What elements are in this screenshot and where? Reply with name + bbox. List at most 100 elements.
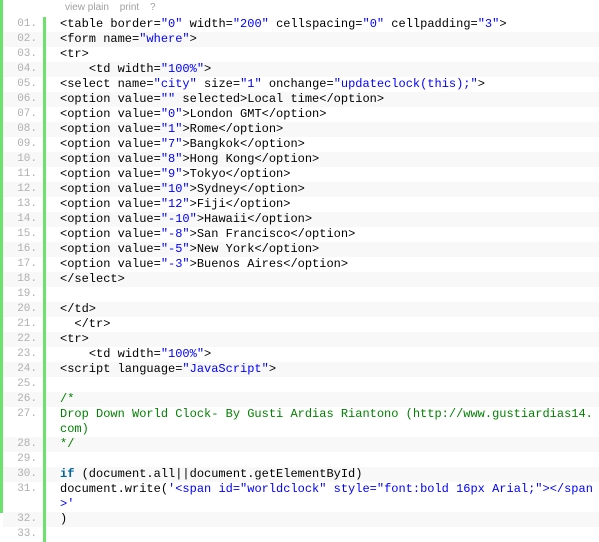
line-number: 33.: [3, 527, 46, 542]
line-content: */: [46, 437, 599, 452]
code-line: 12.<option value="10">Sydney</option>: [3, 182, 599, 197]
line-content: <option value="0">London GMT</option>: [46, 107, 599, 122]
code-line: 10.<option value="8">Hong Kong</option>: [3, 152, 599, 167]
line-number: 28.: [3, 437, 46, 452]
code-line: 23. <td width="100%">: [3, 347, 599, 362]
code-line: 11.<option value="9">Tokyo</option>: [3, 167, 599, 182]
line-number: 22.: [3, 332, 46, 347]
line-content: <tr>: [46, 332, 599, 347]
line-number: 18.: [3, 272, 46, 287]
line-content: <option value="-8">San Francisco</option…: [46, 227, 599, 242]
line-content: [46, 287, 599, 302]
code-line: 20.</td>: [3, 302, 599, 317]
code-line: 09.<option value="7">Bangkok</option>: [3, 137, 599, 152]
code-line: 24.<script language="JavaScript">: [3, 362, 599, 377]
code-line: 33.: [3, 527, 599, 542]
line-number: 19.: [3, 287, 46, 302]
line-number: 23.: [3, 347, 46, 362]
code-line: 28.*/: [3, 437, 599, 452]
code-line: 13.<option value="12">Fiji</option>: [3, 197, 599, 212]
line-content: <td width="100%">: [46, 347, 599, 362]
code-line: 05.<select name="city" size="1" onchange…: [3, 77, 599, 92]
line-content: <table border="0" width="200" cellspacin…: [46, 17, 599, 32]
line-content: /*: [46, 392, 599, 407]
line-content: document.write('<span id="worldclock" st…: [46, 482, 599, 512]
line-number: 24.: [3, 362, 46, 377]
line-number: 10.: [3, 152, 46, 167]
line-number: 09.: [3, 137, 46, 152]
line-number: 12.: [3, 182, 46, 197]
line-number: 08.: [3, 122, 46, 137]
code-line: 03.<tr>: [3, 47, 599, 62]
code-line: 08.<option value="1">Rome</option>: [3, 122, 599, 137]
view-plain-link[interactable]: view plain: [65, 2, 109, 13]
line-content: <tr>: [46, 47, 599, 62]
code-line: 02.<form name="where">: [3, 32, 599, 47]
line-content: <option value="9">Tokyo</option>: [46, 167, 599, 182]
line-content: </td>: [46, 302, 599, 317]
line-number: 21.: [3, 317, 46, 332]
print-link[interactable]: print: [120, 2, 139, 13]
code-line: 22.<tr>: [3, 332, 599, 347]
line-number: 13.: [3, 197, 46, 212]
line-content: ): [46, 512, 599, 527]
line-number: 07.: [3, 107, 46, 122]
code-line: 16.<option value="-5">New York</option>: [3, 242, 599, 257]
line-number: 26.: [3, 392, 46, 407]
line-content: <option value="-3">Buenos Aires</option>: [46, 257, 599, 272]
line-content: <option value="12">Fiji</option>: [46, 197, 599, 212]
line-number: 11.: [3, 167, 46, 182]
line-content: Drop Down World Clock- By Gusti Ardias R…: [46, 407, 599, 437]
line-number: 32.: [3, 512, 46, 527]
line-number: 25.: [3, 377, 46, 392]
code-line: 25.: [3, 377, 599, 392]
line-content: [46, 377, 599, 392]
code-line: 31.document.write('<span id="worldclock"…: [3, 482, 599, 512]
code-line: 04. <td width="100%">: [3, 62, 599, 77]
code-line: 07.<option value="0">London GMT</option>: [3, 107, 599, 122]
line-number: 30.: [3, 467, 46, 482]
line-number: 14.: [3, 212, 46, 227]
line-number: 03.: [3, 47, 46, 62]
line-number: 16.: [3, 242, 46, 257]
line-number: 06.: [3, 92, 46, 107]
code-line: 15.<option value="-8">San Francisco</opt…: [3, 227, 599, 242]
code-line: 01.<table border="0" width="200" cellspa…: [3, 17, 599, 32]
line-number: 29.: [3, 452, 46, 467]
line-number: 15.: [3, 227, 46, 242]
line-content: <option value="" selected>Local time</op…: [46, 92, 599, 107]
code-line: 29.: [3, 452, 599, 467]
line-number: 27.: [3, 407, 46, 437]
line-number: 04.: [3, 62, 46, 77]
toolbar: view plain print ?: [3, 0, 599, 17]
line-content: </select>: [46, 272, 599, 287]
line-content: </tr>: [46, 317, 599, 332]
help-link[interactable]: ?: [150, 2, 156, 13]
code-line: 17.<option value="-3">Buenos Aires</opti…: [3, 257, 599, 272]
line-content: if (document.all||document.getElementByI…: [46, 467, 599, 482]
line-number: 31.: [3, 482, 46, 512]
line-content: <option value="8">Hong Kong</option>: [46, 152, 599, 167]
code-line: 30.if (document.all||document.getElement…: [3, 467, 599, 482]
code-line: 21. </tr>: [3, 317, 599, 332]
line-content: <select name="city" size="1" onchange="u…: [46, 77, 599, 92]
line-number: 02.: [3, 32, 46, 47]
line-content: <option value="-5">New York</option>: [46, 242, 599, 257]
line-content: [46, 527, 599, 542]
code-line: 06.<option value="" selected>Local time<…: [3, 92, 599, 107]
code-line: 19.: [3, 287, 599, 302]
code-line: 26./*: [3, 392, 599, 407]
code-line: 32.): [3, 512, 599, 527]
code-line: 14.<option value="-10">Hawaii</option>: [3, 212, 599, 227]
line-content: <option value="-10">Hawaii</option>: [46, 212, 599, 227]
line-content: <option value="7">Bangkok</option>: [46, 137, 599, 152]
line-number: 01.: [3, 17, 46, 32]
line-number: 05.: [3, 77, 46, 92]
line-content: <form name="where">: [46, 32, 599, 47]
line-content: <td width="100%">: [46, 62, 599, 77]
line-content: <option value="10">Sydney</option>: [46, 182, 599, 197]
code-line: 27.Drop Down World Clock- By Gusti Ardia…: [3, 407, 599, 437]
code-line: 18.</select>: [3, 272, 599, 287]
code-viewer: view plain print ? 01.<table border="0" …: [0, 0, 599, 513]
line-number: 20.: [3, 302, 46, 317]
